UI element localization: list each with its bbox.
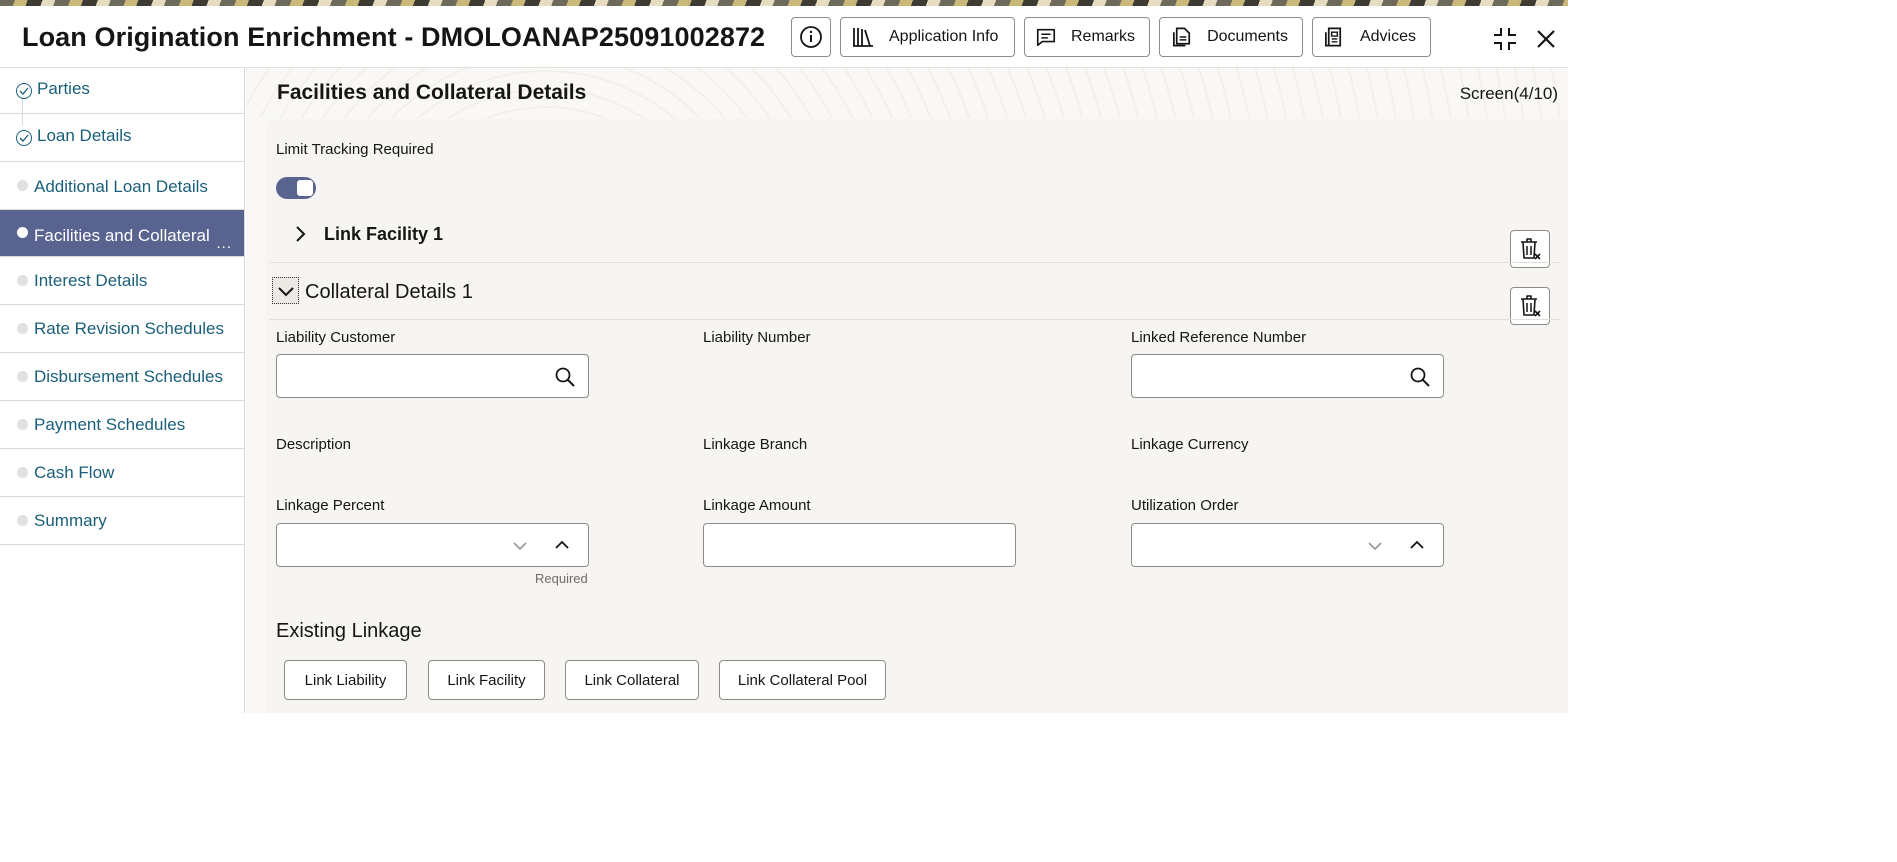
limit-tracking-label: Limit Tracking Required: [276, 141, 434, 158]
app-header: Loan Origination Enrichment - DMOLOANAP2…: [0, 6, 1568, 68]
link-facility-expand-button[interactable]: [288, 222, 312, 246]
sidebar-item-label: Facilities and Collateral: [34, 226, 210, 245]
document-icon: [1172, 27, 1191, 47]
advices-label: Advices: [1359, 28, 1416, 45]
liability-customer-input[interactable]: [276, 354, 589, 398]
delete-icon: [1521, 295, 1541, 317]
linked-reference-number-label: Linked Reference Number: [1131, 329, 1307, 346]
collapse-icon: [1494, 28, 1516, 50]
step-dot-icon: [17, 419, 28, 430]
section-divider: [270, 319, 1560, 320]
advice-icon: [1325, 27, 1342, 47]
more-icon[interactable]: ...: [216, 235, 232, 252]
liability-number-label: Liability Number: [703, 329, 811, 346]
page-header-title: Loan Origination Enrichment - DMOLOANAP2…: [22, 22, 766, 52]
sidebar-item-rate-revision-schedules[interactable]: Rate Revision Schedules: [0, 305, 244, 353]
link-collateral-button[interactable]: Link Collateral: [565, 660, 699, 700]
sidebar-item-label: Rate Revision Schedules: [34, 319, 224, 338]
sidebar-item-summary[interactable]: Summary: [0, 497, 244, 545]
utilization-order-label: Utilization Order: [1131, 497, 1239, 514]
library-icon: [853, 28, 873, 47]
step-dot-icon: [17, 227, 28, 238]
existing-linkage-title: Existing Linkage: [276, 620, 422, 642]
step-dot-icon: [17, 371, 28, 382]
documents-label: Documents: [1207, 28, 1288, 45]
limit-tracking-toggle[interactable]: [276, 177, 316, 199]
sidebar-item-label: Summary: [34, 511, 107, 530]
application-info-button[interactable]: Application Info: [840, 17, 1015, 57]
comment-icon: [1036, 28, 1056, 47]
sidebar-item-interest-details[interactable]: Interest Details: [0, 257, 244, 305]
application-info-label: Application Info: [889, 28, 999, 45]
delete-icon: [1521, 238, 1541, 260]
info-icon: [800, 26, 822, 48]
sidebar-item-additional-loan-details[interactable]: Additional Loan Details: [0, 162, 244, 210]
step-dot-icon: [17, 467, 28, 478]
remarks-label: Remarks: [1070, 28, 1135, 45]
chevron-down-icon[interactable]: [1367, 538, 1383, 554]
sidebar-item-label: Cash Flow: [34, 463, 115, 482]
chevron-right-icon: [296, 226, 306, 242]
linked-reference-number-input[interactable]: [1131, 354, 1444, 398]
sidebar-item-label: Interest Details: [34, 271, 148, 290]
sidebar-item-parties[interactable]: Parties: [0, 68, 244, 114]
sidebar-item-facilities-and-collateral[interactable]: Facilities and Collateral ...: [0, 210, 244, 257]
section-divider: [270, 262, 1560, 263]
link-facility-title[interactable]: Link Facility 1: [324, 224, 443, 245]
link-liability-button[interactable]: Link Liability: [284, 660, 407, 700]
linkage-percent-label: Linkage Percent: [276, 497, 385, 514]
step-dot-icon: [17, 180, 28, 191]
step-dot-icon: [17, 275, 28, 286]
link-collateral-pool-button[interactable]: Link Collateral Pool: [719, 660, 886, 700]
check-circle-icon: [16, 130, 32, 146]
step-dot-icon: [17, 323, 28, 334]
chevron-up-icon[interactable]: [1409, 537, 1425, 553]
description-label: Description: [276, 436, 352, 453]
sidebar-item-cash-flow[interactable]: Cash Flow: [0, 449, 244, 497]
linkage-amount-label: Linkage Amount: [703, 497, 811, 514]
sidebar-item-label: Payment Schedules: [34, 415, 186, 434]
close-button[interactable]: [1533, 26, 1559, 52]
advices-button[interactable]: Advices: [1312, 17, 1431, 57]
main-header: Facilities and Collateral Details Screen…: [246, 68, 1568, 118]
sidebar-item-label: Parties: [37, 79, 90, 98]
linkage-currency-label: Linkage Currency: [1131, 436, 1249, 453]
chevron-up-icon[interactable]: [554, 537, 570, 553]
utilization-order-stepper[interactable]: [1131, 523, 1444, 567]
collapse-button[interactable]: [1492, 26, 1518, 52]
link-facility-button[interactable]: Link Facility: [428, 660, 545, 700]
sidebar-item-label: Disbursement Schedules: [34, 367, 223, 386]
search-icon[interactable]: [554, 366, 576, 388]
screen-indicator: Screen(4/10): [1459, 84, 1558, 103]
check-circle-icon: [16, 83, 32, 99]
search-icon[interactable]: [1409, 366, 1431, 388]
page-title: Facilities and Collateral Details: [277, 81, 587, 104]
chevron-down-icon[interactable]: [512, 538, 528, 554]
linkage-percent-stepper[interactable]: [276, 523, 589, 567]
close-icon: [1537, 30, 1555, 48]
linkage-branch-label: Linkage Branch: [703, 436, 808, 453]
info-button[interactable]: [791, 17, 831, 57]
required-helper-text: Required: [535, 571, 588, 586]
documents-button[interactable]: Documents: [1159, 17, 1303, 57]
form-panel: [266, 119, 1568, 713]
sidebar-item-label: Additional Loan Details: [34, 177, 208, 196]
toggle-knob: [297, 180, 313, 196]
collateral-details-title[interactable]: Collateral Details 1: [305, 281, 473, 304]
liability-customer-label: Liability Customer: [276, 329, 396, 346]
collateral-details-collapse-button[interactable]: [272, 277, 299, 304]
sidebar-item-label: Loan Details: [37, 126, 132, 145]
sidebar-item-payment-schedules[interactable]: Payment Schedules: [0, 401, 244, 449]
sidebar-item-loan-details[interactable]: Loan Details: [0, 114, 244, 162]
linkage-amount-input[interactable]: [703, 523, 1016, 567]
chevron-down-icon: [277, 286, 294, 296]
step-dot-icon: [17, 515, 28, 526]
sidebar-item-disbursement-schedules[interactable]: Disbursement Schedules: [0, 353, 244, 401]
remarks-button[interactable]: Remarks: [1024, 17, 1150, 57]
